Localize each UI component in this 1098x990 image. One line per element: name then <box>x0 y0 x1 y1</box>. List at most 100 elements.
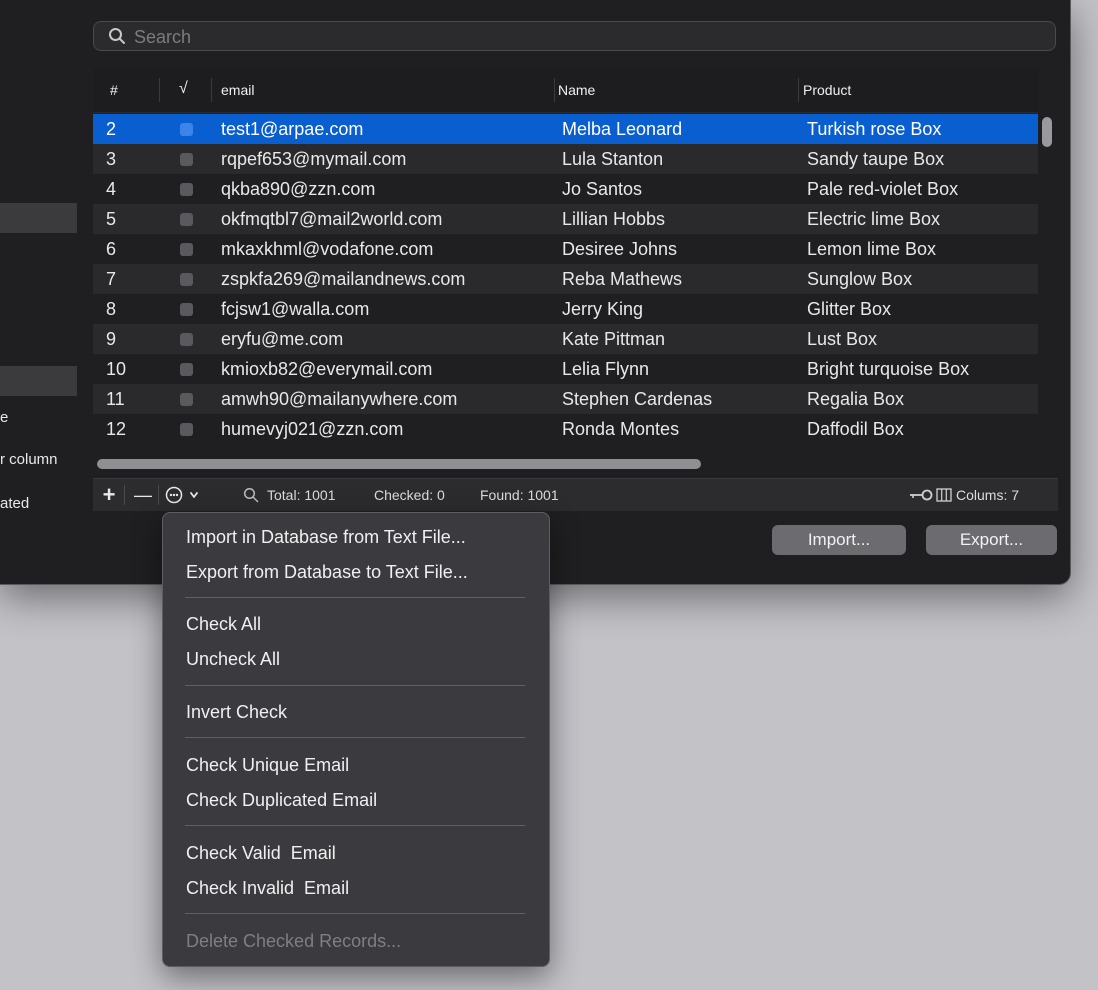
row-product: Daffodil Box <box>807 419 904 439</box>
menu-separator <box>185 913 525 914</box>
key-icon[interactable] <box>908 488 934 507</box>
menu-item-uncheck-all[interactable]: Uncheck All <box>186 649 280 670</box>
menu-item-check-invalid-email[interactable]: Check Invalid Email <box>186 878 349 899</box>
column-header-name[interactable]: Name <box>558 82 595 98</box>
sidebar: e r column ated <box>0 0 80 584</box>
menu-separator <box>185 597 525 598</box>
table-row[interactable]: 3 rqpef653@mymail.com Lula Stanton Sandy… <box>93 144 1038 174</box>
table-row[interactable]: 5 okfmqtbl7@mail2world.com Lillian Hobbs… <box>93 204 1038 234</box>
row-name: Desiree Johns <box>562 239 678 259</box>
row-checkbox[interactable] <box>180 333 193 346</box>
row-name: Stephen Cardenas <box>562 389 713 409</box>
import-button[interactable]: Import... <box>772 525 906 555</box>
search-icon <box>108 27 126 50</box>
vertical-scrollbar-track[interactable] <box>1038 112 1058 452</box>
table-row[interactable]: 6 mkaxkhml@vodafone.com Desiree Johns Le… <box>93 234 1038 264</box>
row-email: test1@arpae.com <box>221 119 364 139</box>
column-separator[interactable] <box>211 78 212 102</box>
row-product: Lemon lime Box <box>807 239 937 259</box>
menu-item-check-all[interactable]: Check All <box>186 614 261 635</box>
row-checkbox[interactable] <box>180 303 193 316</box>
row-checkbox[interactable] <box>180 273 193 286</box>
row-index: 4 <box>106 179 117 199</box>
table-footer-bar: + — Total: 1001 Checked: 0 Found: 1001 C… <box>93 478 1058 511</box>
row-product: Lust Box <box>807 329 878 349</box>
table-row[interactable]: 11 amwh90@mailanywhere.com Stephen Carde… <box>93 384 1038 414</box>
table-row[interactable]: 7 zspkfa269@mailandnews.com Reba Mathews… <box>93 264 1038 294</box>
menu-item-check-duplicated-email[interactable]: Check Duplicated Email <box>186 790 377 811</box>
search-box[interactable] <box>93 21 1056 51</box>
table-row[interactable]: 4 qkba890@zzn.com Jo Santos Pale red-vio… <box>93 174 1038 204</box>
menu-item-invert-check[interactable]: Invert Check <box>186 702 287 723</box>
table-row[interactable]: 9 eryfu@me.com Kate Pittman Lust Box <box>93 324 1038 354</box>
row-name: Jo Santos <box>562 179 643 199</box>
menu-item-check-unique-email[interactable]: Check Unique Email <box>186 755 349 776</box>
row-checkbox[interactable] <box>180 393 193 406</box>
column-separator[interactable] <box>159 78 160 102</box>
data-table: # √ email Name Product 2 test1@arpae.com… <box>93 68 1058 476</box>
add-record-button[interactable]: + <box>93 479 125 511</box>
column-separator[interactable] <box>554 78 555 102</box>
row-product: Electric lime Box <box>807 209 941 229</box>
row-checkbox[interactable] <box>180 363 193 376</box>
menu-item-check-valid-email[interactable]: Check Valid Email <box>186 843 336 864</box>
row-checkbox[interactable] <box>180 123 193 136</box>
row-checkbox[interactable] <box>180 183 193 196</box>
table-row[interactable]: 8 fcjsw1@walla.com Jerry King Glitter Bo… <box>93 294 1038 324</box>
divider <box>124 485 125 505</box>
row-email: mkaxkhml@vodafone.com <box>221 239 434 259</box>
sidebar-partial-label-2: r column <box>0 451 58 468</box>
row-product: Turkish rose Box <box>807 119 942 139</box>
vertical-scrollbar-thumb[interactable] <box>1042 117 1052 147</box>
sidebar-partial-label-3: ated <box>0 495 30 512</box>
row-index: 7 <box>106 269 117 289</box>
row-checkbox[interactable] <box>180 243 193 256</box>
found-count: Found: 1001 <box>480 487 559 503</box>
columns-count[interactable]: Colums: 7 <box>956 487 1019 503</box>
row-email: okfmqtbl7@mail2world.com <box>221 209 443 229</box>
menu-separator <box>185 737 525 738</box>
column-header-product[interactable]: Product <box>803 82 851 98</box>
row-name: Melba Leonard <box>562 119 683 139</box>
row-product: Glitter Box <box>807 299 892 319</box>
row-index: 11 <box>106 389 125 409</box>
row-name: Lula Stanton <box>562 149 664 169</box>
menu-separator <box>185 825 525 826</box>
column-header-check[interactable]: √ <box>179 80 188 98</box>
row-product: Pale red-violet Box <box>807 179 959 199</box>
table-row[interactable]: 2 test1@arpae.com Melba Leonard Turkish … <box>93 114 1038 144</box>
actions-dropdown-menu: Import in Database from Text File... Exp… <box>162 512 550 967</box>
row-checkbox[interactable] <box>180 423 193 436</box>
row-email: amwh90@mailanywhere.com <box>221 389 458 409</box>
menu-item-import-database[interactable]: Import in Database from Text File... <box>186 527 466 548</box>
row-name: Lelia Flynn <box>562 359 650 379</box>
row-email: fcjsw1@walla.com <box>221 299 370 319</box>
column-header-email[interactable]: email <box>221 82 254 98</box>
table-header: # √ email Name Product <box>93 68 1038 113</box>
search-status-icon <box>243 487 259 508</box>
sidebar-item-highlight-2[interactable] <box>0 366 77 396</box>
row-checkbox[interactable] <box>180 153 193 166</box>
actions-menu-button[interactable] <box>161 479 203 511</box>
row-index: 12 <box>106 419 127 439</box>
table-row[interactable]: 10 kmioxb82@everymail.com Lelia Flynn Br… <box>93 354 1038 384</box>
row-product: Sunglow Box <box>807 269 913 289</box>
row-index: 5 <box>106 209 117 229</box>
more-options-icon <box>165 486 198 504</box>
search-input[interactable] <box>132 25 1036 49</box>
row-checkbox[interactable] <box>180 213 193 226</box>
sidebar-item-highlight-1[interactable] <box>0 203 77 233</box>
row-index: 8 <box>106 299 117 319</box>
column-separator[interactable] <box>798 78 799 102</box>
horizontal-scrollbar-thumb[interactable] <box>97 459 701 469</box>
menu-item-export-database[interactable]: Export from Database to Text File... <box>186 562 468 583</box>
export-button[interactable]: Export... <box>926 525 1057 555</box>
menu-item-delete-checked-records: Delete Checked Records... <box>186 931 402 951</box>
column-header-index[interactable]: # <box>110 82 118 98</box>
row-name: Jerry King <box>562 299 644 319</box>
row-email: eryfu@me.com <box>221 329 344 349</box>
table-row[interactable]: 12 humevyj021@zzn.com Ronda Montes Daffo… <box>93 414 1038 444</box>
columns-icon[interactable] <box>936 488 952 507</box>
remove-record-button[interactable]: — <box>127 479 159 511</box>
row-product: Sandy taupe Box <box>807 149 945 169</box>
